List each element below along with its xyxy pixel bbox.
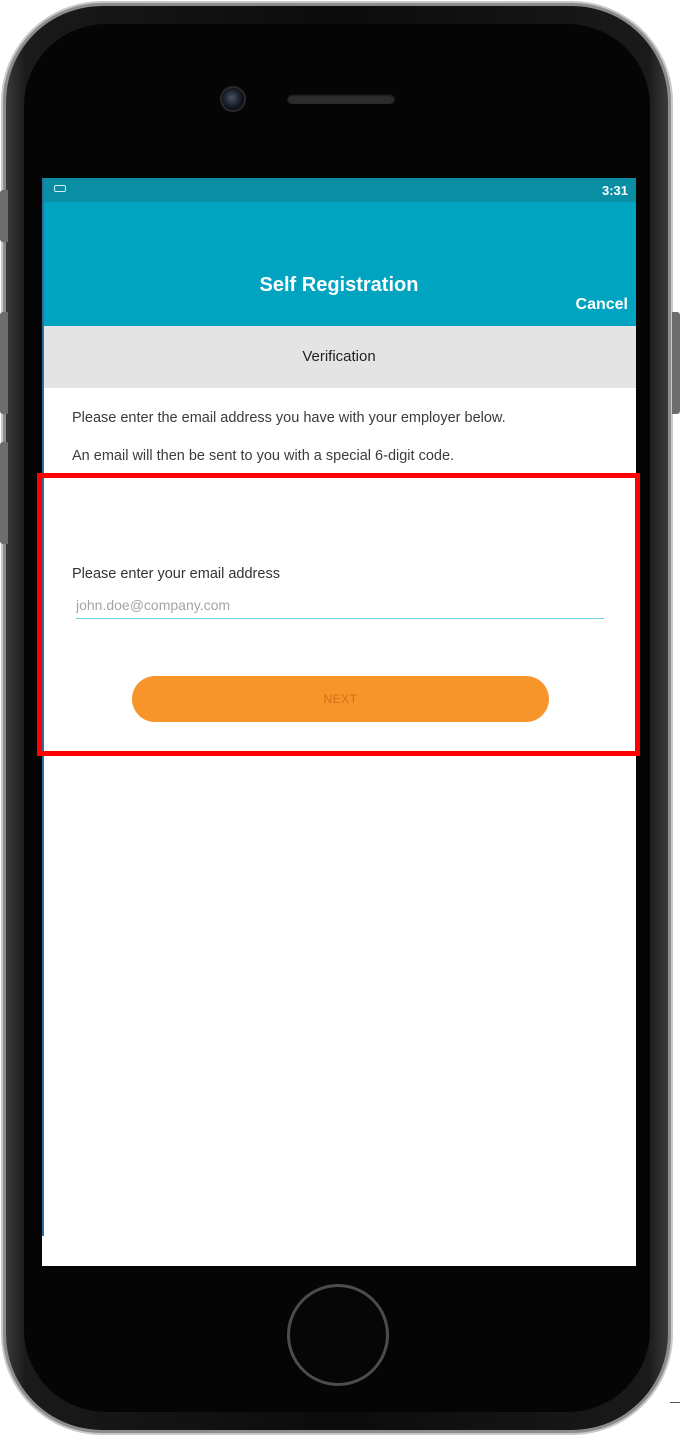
section-header: Verification <box>42 326 636 388</box>
volume-down-button <box>0 442 8 544</box>
instruction-line-2: An email will then be sent to you with a… <box>72 448 455 464</box>
instruction-line-1: Please enter the email address you have … <box>72 410 506 426</box>
page-title: Self Registration <box>259 274 419 296</box>
app-header: Self Registration <box>42 202 636 326</box>
screen-edge-line <box>42 178 44 1236</box>
email-field[interactable] <box>76 592 604 619</box>
status-time: 3:31 <box>601 183 628 198</box>
cancel-button[interactable]: Cancel <box>576 296 628 314</box>
email-field-label: Please enter your email address <box>72 566 280 582</box>
screenshot-stage: 3:31 Self Registration Cancel Verificati… <box>0 0 680 1440</box>
earpiece-speaker <box>287 94 395 104</box>
volume-up-button <box>0 312 8 414</box>
home-button[interactable] <box>287 1284 389 1386</box>
power-button <box>672 312 680 414</box>
app-screen: 3:31 Self Registration Cancel Verificati… <box>42 178 636 1266</box>
front-camera-icon <box>222 88 244 110</box>
section-title: Verification <box>302 348 376 365</box>
instructions: Please enter the email address you have … <box>72 408 612 484</box>
status-bar: 3:31 <box>42 178 636 202</box>
notification-icon <box>54 185 66 192</box>
mute-switch <box>0 190 8 242</box>
edge-tick <box>670 1402 680 1403</box>
next-button[interactable]: NEXT <box>132 676 549 722</box>
